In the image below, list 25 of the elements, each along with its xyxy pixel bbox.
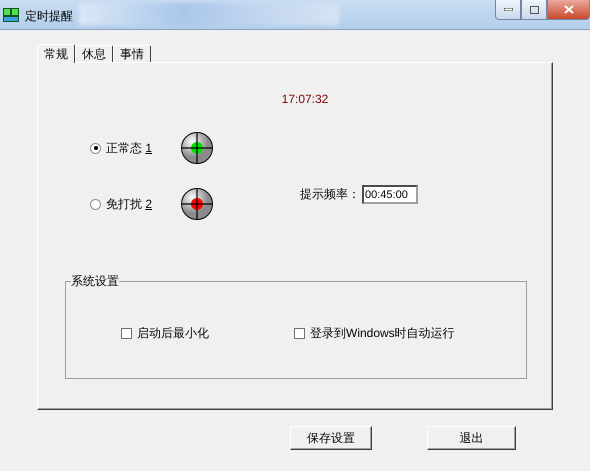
exit-button[interactable]: 退出 bbox=[427, 426, 516, 450]
app-icon bbox=[3, 8, 19, 22]
minimize-icon bbox=[504, 8, 512, 11]
checkbox-label: 启动后最小化 bbox=[137, 324, 209, 342]
minimize-button[interactable] bbox=[495, 0, 521, 20]
radio-button[interactable]: 免打扰 2 bbox=[90, 196, 170, 212]
interval-label: 提示频率： bbox=[300, 186, 360, 203]
checkbox[interactable]: 启动后最小化 bbox=[121, 324, 209, 342]
crosshair-icon bbox=[180, 131, 214, 165]
maximize-button[interactable] bbox=[521, 0, 547, 20]
window-title: 定时提醒 bbox=[25, 8, 73, 25]
tab[interactable]: 常规 bbox=[37, 44, 75, 63]
radio-label: 免打扰 2 bbox=[106, 196, 152, 212]
radio-button[interactable]: 正常态 1 bbox=[90, 140, 170, 156]
tab[interactable]: 休息 bbox=[75, 45, 113, 62]
tab[interactable]: 事情 bbox=[113, 45, 151, 62]
clock-text: 17:07:32 bbox=[282, 92, 328, 106]
group-title: 系统设置 bbox=[71, 273, 119, 290]
save-button[interactable]: 保存设置 bbox=[290, 426, 372, 450]
maximize-icon bbox=[530, 6, 538, 14]
interval-field[interactable]: 00:45:00 bbox=[362, 185, 418, 204]
radio-label: 正常态 1 bbox=[106, 140, 152, 156]
close-icon bbox=[564, 5, 574, 14]
close-button[interactable] bbox=[547, 0, 590, 20]
crosshair-icon bbox=[180, 187, 214, 221]
